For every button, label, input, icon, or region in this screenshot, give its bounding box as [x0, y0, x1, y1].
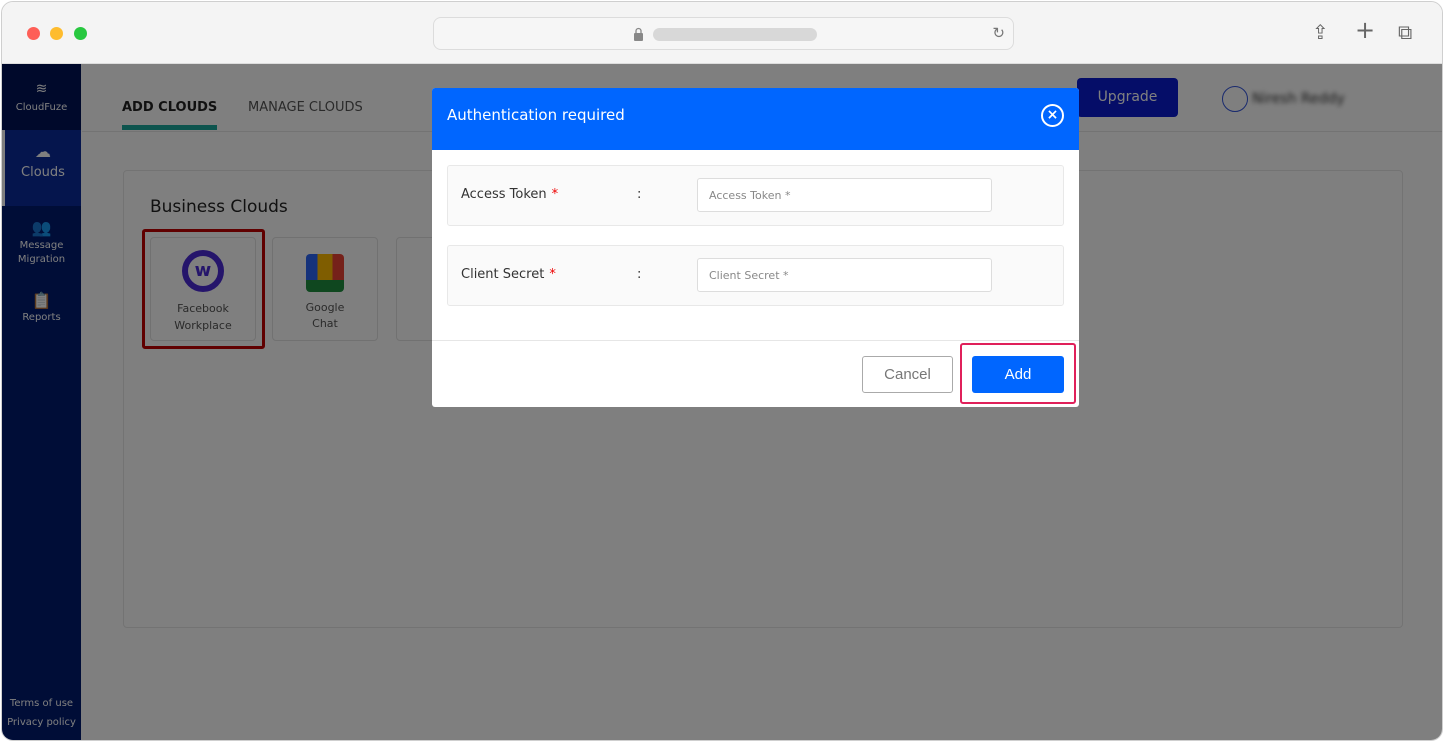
maximize-window-button[interactable] — [74, 27, 87, 40]
url-placeholder — [653, 28, 817, 41]
auth-modal: Authentication required × Access Token * … — [432, 88, 1079, 407]
browser-toolbar: ↻ ⇪ + ⧉ — [2, 2, 1442, 64]
close-window-button[interactable] — [27, 27, 40, 40]
minimize-window-button[interactable] — [50, 27, 63, 40]
plus-icon[interactable]: + — [1355, 16, 1375, 44]
separator: : — [637, 187, 642, 202]
close-icon[interactable]: × — [1041, 104, 1064, 127]
access-token-label: Access Token * — [461, 187, 559, 202]
share-icon[interactable]: ⇪ — [1312, 20, 1329, 44]
client-secret-input[interactable] — [697, 258, 992, 292]
client-secret-row: Client Secret * : — [447, 245, 1064, 306]
lock-icon — [634, 27, 643, 41]
access-token-row: Access Token * : — [447, 165, 1064, 226]
modal-header: Authentication required × — [432, 88, 1079, 150]
reload-icon[interactable]: ↻ — [992, 24, 1005, 42]
separator: : — [637, 267, 642, 282]
client-secret-label: Client Secret * — [461, 267, 556, 282]
tabs-icon[interactable]: ⧉ — [1398, 20, 1412, 44]
access-token-input[interactable] — [697, 178, 992, 212]
cancel-button[interactable]: Cancel — [862, 356, 953, 393]
modal-title: Authentication required — [447, 106, 625, 124]
address-bar[interactable]: ↻ — [433, 17, 1014, 50]
add-button[interactable]: Add — [972, 356, 1064, 393]
modal-footer-divider — [432, 340, 1079, 341]
